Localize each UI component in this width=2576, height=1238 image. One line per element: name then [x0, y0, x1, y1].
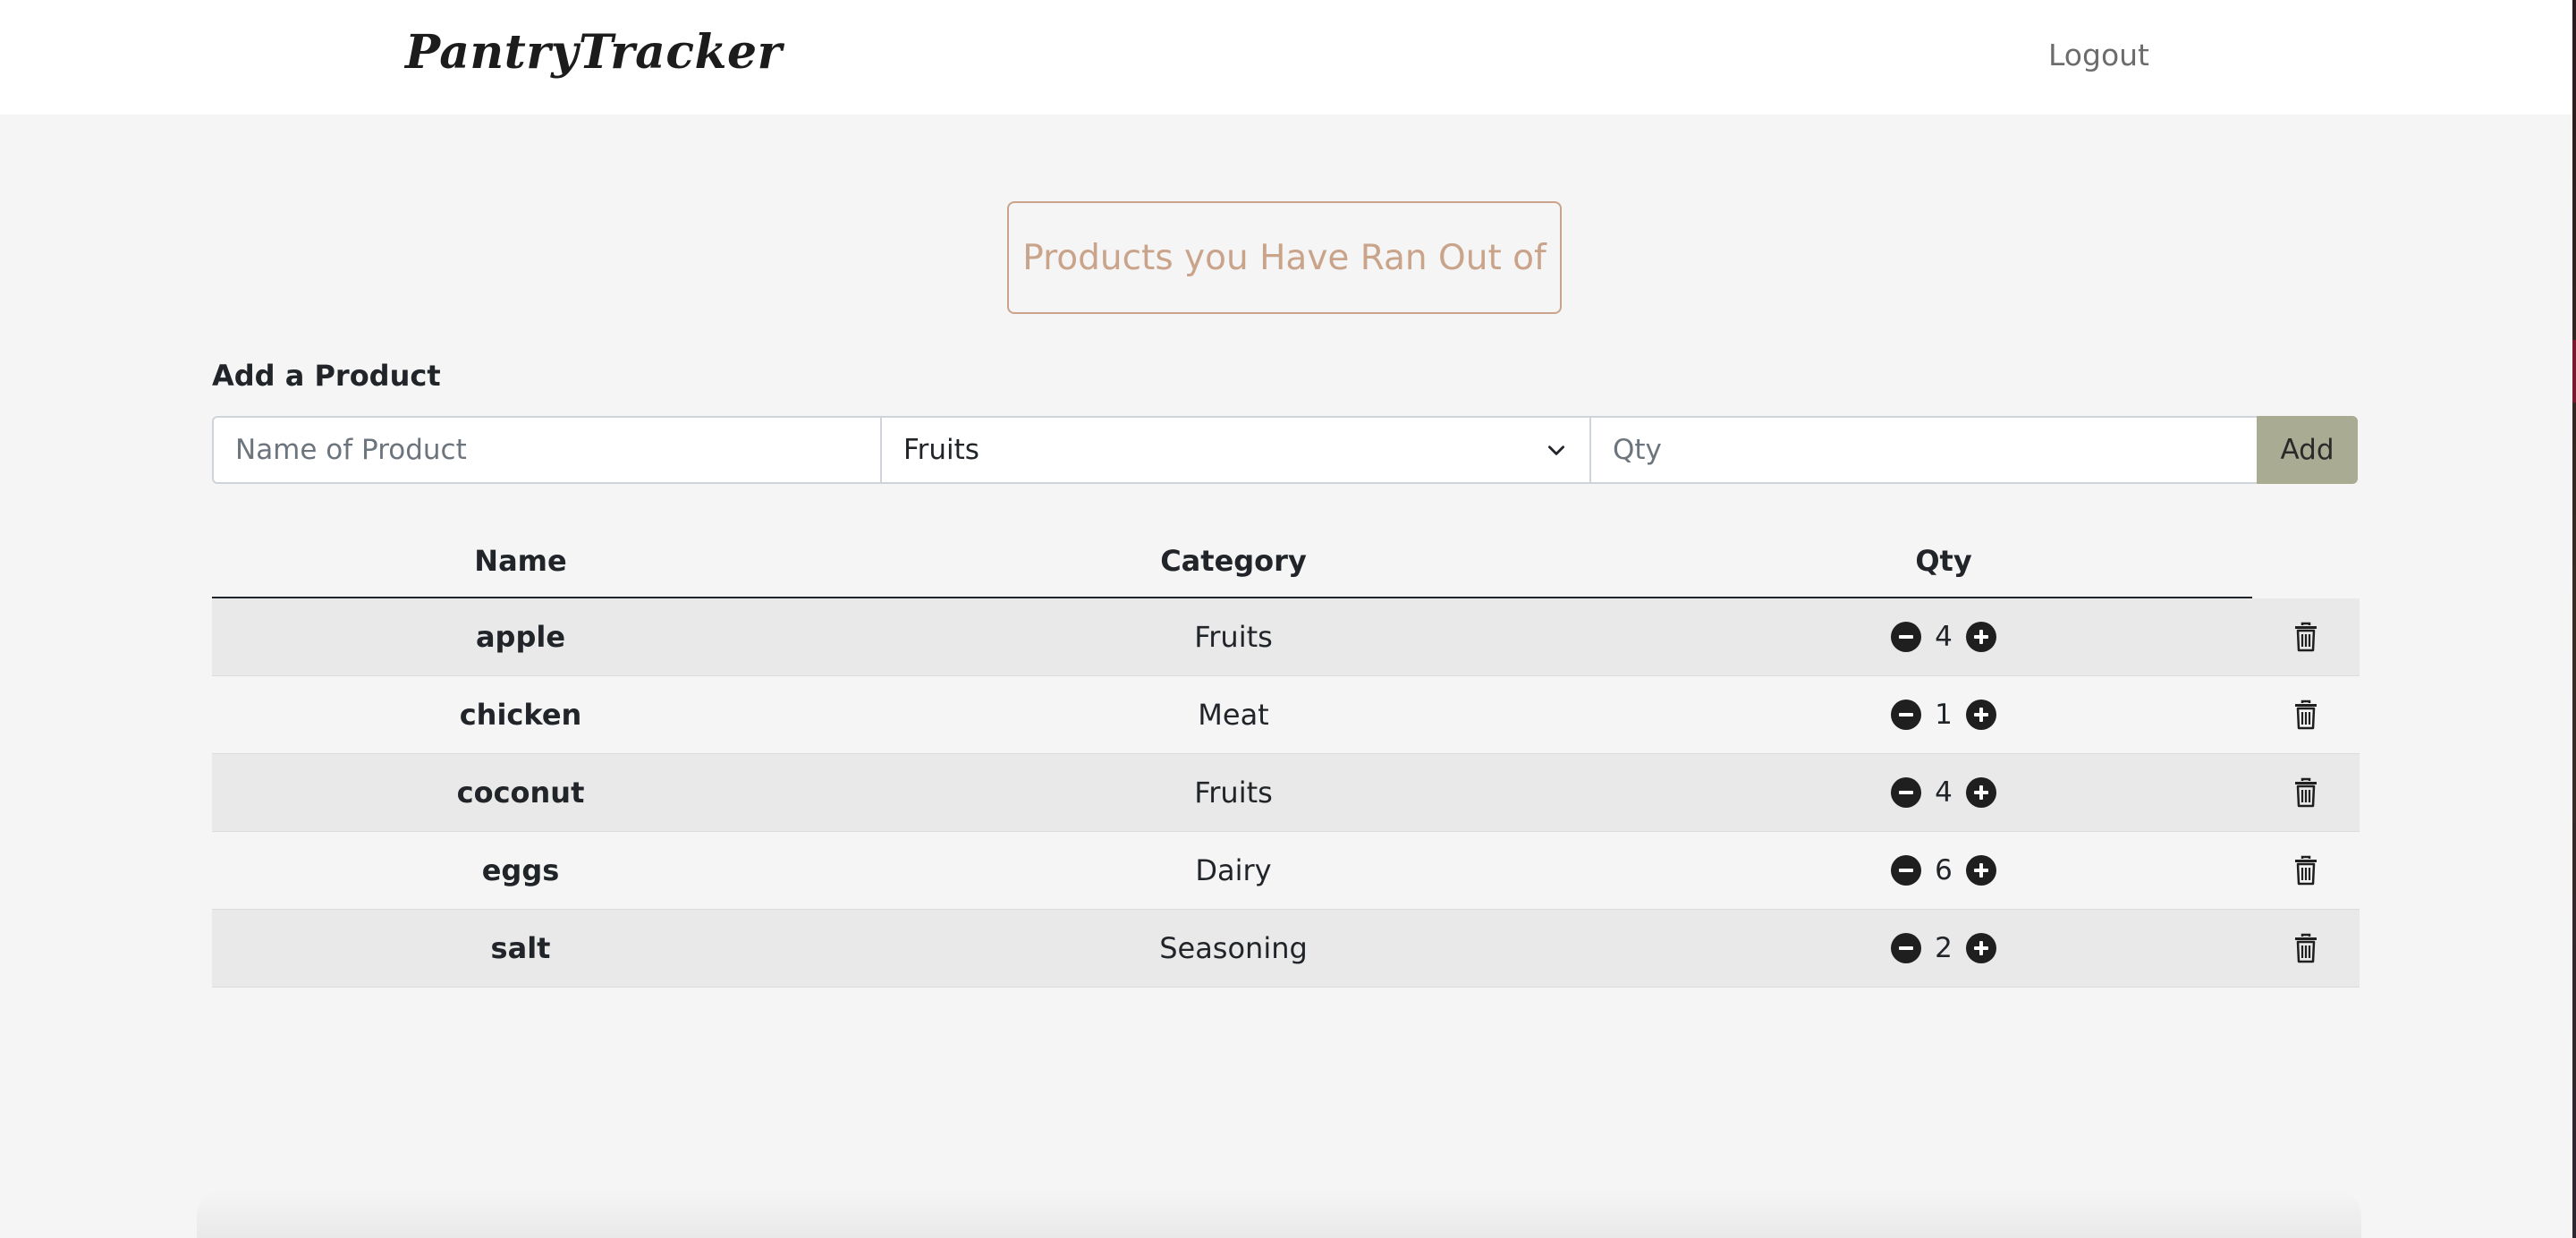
product-category: Fruits	[1194, 620, 1273, 654]
plus-circle-icon[interactable]	[1966, 700, 1996, 730]
delete-cell	[2252, 910, 2360, 987]
product-category: Dairy	[1195, 853, 1272, 887]
category-select-value: Fruits	[903, 434, 979, 466]
qty-stepper: 4	[1638, 598, 2250, 675]
minus-circle-icon[interactable]	[1891, 700, 1921, 730]
out-of-stock-button[interactable]: Products you Have Ran Out of	[1007, 201, 1562, 314]
qty-stepper: 4	[1638, 754, 2250, 831]
minus-circle-icon[interactable]	[1891, 855, 1921, 886]
table-row: eggs Dairy 6	[212, 832, 2360, 910]
add-product-form: Fruits Add	[212, 416, 2360, 484]
qty-input[interactable]	[1589, 416, 2258, 484]
products-table: Name Category Qty apple Fruits 4 chicken…	[212, 523, 2360, 988]
table-row: apple Fruits 4	[212, 598, 2360, 676]
qty-value: 1	[1935, 699, 1953, 731]
brand-logo[interactable]: PantryTracker	[405, 25, 783, 80]
table-row: salt Seasoning 2	[212, 910, 2360, 988]
qty-stepper: 2	[1638, 910, 2250, 987]
product-name: chicken	[459, 698, 582, 732]
product-category: Meat	[1198, 698, 1269, 732]
trash-icon[interactable]	[2288, 619, 2324, 655]
trash-icon[interactable]	[2288, 775, 2324, 810]
minus-circle-icon[interactable]	[1891, 622, 1921, 652]
table-row: chicken Meat 1	[212, 676, 2360, 754]
add-product-heading: Add a Product	[212, 359, 441, 393]
add-button[interactable]: Add	[2257, 416, 2358, 484]
navbar: PantryTracker Logout	[0, 0, 2572, 114]
qty-value: 4	[1935, 621, 1953, 653]
plus-circle-icon[interactable]	[1966, 777, 1996, 808]
product-name: eggs	[481, 853, 560, 887]
delete-cell	[2252, 598, 2360, 675]
minus-circle-icon[interactable]	[1891, 777, 1921, 808]
product-name: coconut	[456, 776, 585, 810]
plus-circle-icon[interactable]	[1966, 855, 1996, 886]
column-header-name: Name	[474, 544, 567, 578]
chevron-down-icon	[1543, 437, 1570, 463]
product-category: Seasoning	[1159, 931, 1308, 965]
table-row: coconut Fruits 4	[212, 754, 2360, 832]
delete-cell	[2252, 676, 2360, 753]
product-category: Fruits	[1194, 776, 1273, 810]
column-header-qty: Qty	[1915, 544, 1972, 578]
qty-stepper: 1	[1638, 676, 2250, 753]
product-name: apple	[475, 620, 566, 654]
window-edge	[2572, 0, 2576, 1238]
qty-stepper: 6	[1638, 832, 2250, 909]
product-name-input[interactable]	[212, 416, 882, 484]
table-header: Name Category Qty	[212, 523, 2360, 598]
qty-value: 2	[1935, 932, 1953, 964]
trash-icon[interactable]	[2288, 852, 2324, 888]
category-select[interactable]: Fruits	[880, 416, 1591, 484]
delete-cell	[2252, 832, 2360, 909]
trash-icon[interactable]	[2288, 930, 2324, 966]
bottom-shadow	[197, 1190, 2361, 1238]
qty-value: 4	[1935, 776, 1953, 809]
window-edge-accent	[2572, 340, 2576, 403]
qty-value: 6	[1935, 854, 1953, 886]
column-header-category: Category	[1160, 544, 1307, 578]
logout-link[interactable]: Logout	[2048, 38, 2149, 72]
plus-circle-icon[interactable]	[1966, 933, 1996, 963]
minus-circle-icon[interactable]	[1891, 933, 1921, 963]
plus-circle-icon[interactable]	[1966, 622, 1996, 652]
trash-icon[interactable]	[2288, 697, 2324, 733]
delete-cell	[2252, 754, 2360, 831]
product-name: salt	[490, 931, 551, 965]
